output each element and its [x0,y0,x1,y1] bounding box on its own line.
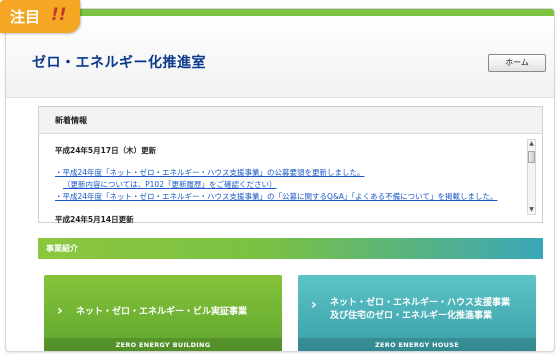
news-link[interactable]: ・平成24年度「ネット・ゼロ・エネルギー・ハウス支援事業」の「公募に関するQ&A… [55,191,523,203]
news-date: 平成24年5月17日（木）更新 [55,146,157,155]
news-scrollbar[interactable]: ▲ ▼ [527,139,536,215]
news-link[interactable]: ・平成24年度「ネット・ゼロ・エネルギー・ハウス支援事業」の公募要領を更新しまし… [55,167,523,179]
top-accent-stripe [6,9,554,16]
chevron-right-icon: › [57,303,63,319]
exclamation-icon: !! [51,5,67,25]
section-header: 事業紹介 [38,238,543,259]
card-title-line: ネット・ゼロ・エネルギー・ハウス支援事業 [330,298,511,308]
card-title-line: 及び住宅のゼロ・エネルギー化推進事業 [330,311,493,321]
news-list: 平成24年5月17日（木）更新 ・平成24年度「ネット・ゼロ・エネルギー・ハウス… [55,143,523,228]
card-footer: ZERO ENERGY HOUSE [298,338,536,351]
scroll-down-icon[interactable]: ▼ [528,206,535,214]
scrollbar-thumb[interactable] [528,151,535,163]
card-title: ネット・ゼロ・エネルギー・ビル実証事業 [76,307,248,317]
home-button[interactable]: ホーム [488,54,546,72]
chevron-right-icon: › [311,297,317,313]
page-frame: ゼロ・エネルギー化推進室 ホーム 新着情報 平成24年5月17日（木）更新 ・平… [5,8,555,352]
zero-energy-house-card[interactable]: › ネット・ゼロ・エネルギー・ハウス支援事業 及び住宅のゼロ・エネルギー化推進事… [298,275,536,351]
card-footer: ZERO ENERGY BUILDING [44,338,282,351]
news-panel-title: 新着情報 [39,107,542,134]
news-link[interactable]: （更新内容については、P102「更新履歴」をご確認ください） [55,179,523,191]
site-header: ゼロ・エネルギー化推進室 ホーム [6,16,554,98]
zero-energy-building-card[interactable]: › ネット・ゼロ・エネルギー・ビル実証事業 ZERO ENERGY BUILDI… [44,275,282,351]
scroll-up-icon[interactable]: ▲ [528,140,535,148]
news-date: 平成24年5月14日更新 [55,215,134,224]
badge-label: 注目 [10,8,41,26]
attention-badge: 注目 !! [0,0,80,33]
news-panel: 新着情報 平成24年5月17日（木）更新 ・平成24年度「ネット・ゼロ・エネルギ… [38,106,543,224]
card-title: ネット・ゼロ・エネルギー・ハウス支援事業 及び住宅のゼロ・エネルギー化推進事業 [330,297,510,323]
site-title: ゼロ・エネルギー化推進室 [32,55,206,71]
